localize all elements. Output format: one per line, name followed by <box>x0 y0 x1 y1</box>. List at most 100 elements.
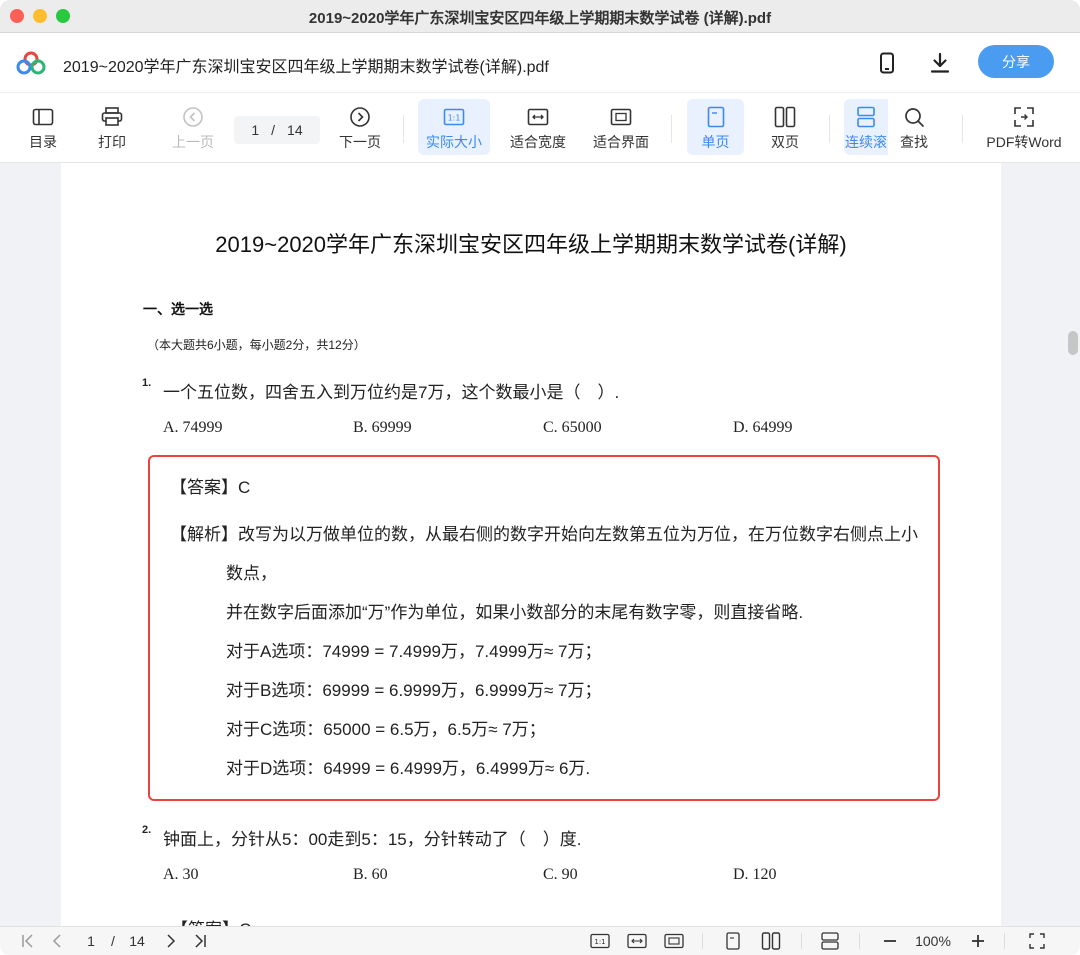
analysis-continuation: 并在数字后面添加“万”作为单位，如果小数部分的末尾有数字零，则直接省略. <box>226 603 804 622</box>
bottom-current-page[interactable]: 1 <box>82 931 100 951</box>
fit-width-small-icon[interactable] <box>626 931 648 951</box>
page-title: 2019~2020学年广东深圳宝安区四年级上学期期末数学试卷(详解) <box>215 232 847 257</box>
double-page-button[interactable]: 双页 <box>757 99 813 155</box>
chevron-left-circle-icon <box>182 105 204 129</box>
answer-line-partial: 【答案】C <box>171 915 251 926</box>
option-a: A. 74999 <box>163 419 223 436</box>
answer-tag: 【答案】 <box>170 478 238 497</box>
toc-button[interactable]: 目录 <box>18 99 68 155</box>
pdf-to-word-label: PDF转Word <box>986 134 1062 150</box>
analysis-tag: 【解析】 <box>170 525 238 544</box>
pdf-page: 2019~2020学年广东深圳宝安区四年级上学期期末数学试卷(详解) 一、选一选… <box>61 163 1001 926</box>
status-divider <box>702 933 703 949</box>
double-page-label: 双页 <box>771 134 799 150</box>
app-window: 2019~2020学年广东深圳宝安区四年级上学期期末数学试卷 (详解).pdf … <box>0 0 1080 955</box>
download-icon[interactable] <box>927 50 953 76</box>
prev-page-button[interactable]: 上一页 <box>167 99 219 155</box>
option-c: C. 65000 <box>543 419 602 436</box>
single-page-button[interactable]: 单页 <box>687 99 744 155</box>
mobile-icon[interactable] <box>874 50 900 76</box>
print-label: 打印 <box>98 134 126 150</box>
section-note: （本大题共6小题，每小题2分，共12分） <box>147 338 366 352</box>
analysis-option-a: 对于A选项：74999 = 7.4999万，7.4999万≈ 7万； <box>226 642 602 661</box>
answer-value: C <box>238 478 251 497</box>
first-page-icon[interactable] <box>18 931 38 951</box>
analysis-option-d: 对于D选项：64999 = 6.4999万，6.4999万≈ 6万. <box>226 759 591 778</box>
answer-line: 【答案】C <box>170 473 250 498</box>
answer-highlight-box <box>148 455 940 801</box>
fit-page-button[interactable]: 适合界面 <box>586 99 656 155</box>
toolbar-divider <box>962 115 963 143</box>
toolbar-divider <box>403 115 404 143</box>
actual-size-icon: 1:1 <box>443 105 465 129</box>
analysis-option-b: 对于B选项：69999 = 6.9999万，6.9999万≈ 7万； <box>226 681 602 700</box>
fullscreen-icon[interactable] <box>1026 931 1048 951</box>
analysis-line: 【解析】改写为以万做单位的数，从最右侧的数字开始向左数第五位为万位，在万位数字右… <box>170 520 918 545</box>
question-text: 一个五位数，四舍五入到万位约是7万，这个数最小是（ ）. <box>163 383 620 402</box>
fit-width-button[interactable]: 适合宽度 <box>503 99 573 155</box>
analysis-continuation: 数点， <box>226 564 277 583</box>
toolbar-divider <box>829 115 830 143</box>
actual-size-small-icon[interactable]: 1:1 <box>589 931 611 951</box>
actual-size-label: 实际大小 <box>426 134 482 150</box>
svg-text:1:1: 1:1 <box>448 114 461 123</box>
prev-page-icon[interactable] <box>47 931 67 951</box>
double-page-small-icon[interactable] <box>760 931 782 951</box>
continuous-scroll-small-icon[interactable] <box>819 931 841 951</box>
print-button[interactable]: 打印 <box>87 99 137 155</box>
fit-page-small-icon[interactable] <box>663 931 685 951</box>
document-viewport[interactable]: 2019~2020学年广东深圳宝安区四年级上学期期末数学试卷(详解) 一、选一选… <box>0 163 1080 926</box>
question-text: 钟面上，分针从5：00走到5：15，分针转动了（ ）度. <box>163 830 582 849</box>
status-bar: 1 / 14 1:1 100% <box>0 926 1080 955</box>
next-page-button[interactable]: 下一页 <box>334 99 386 155</box>
continuous-scroll-button[interactable]: 连续滚 <box>844 99 888 155</box>
option-d: D. 120 <box>733 866 777 883</box>
fit-page-icon <box>610 105 632 129</box>
actual-size-button[interactable]: 1:1 实际大小 <box>418 99 490 155</box>
document-title: 2019~2020学年广东深圳宝安区四年级上学期期末数学试卷(详解).pdf <box>63 59 549 76</box>
prev-page-label: 上一页 <box>172 134 214 150</box>
option-b: B. 69999 <box>353 419 412 436</box>
status-divider <box>801 933 802 949</box>
fit-width-label: 适合宽度 <box>510 134 566 150</box>
app-header: 2019~2020学年广东深圳宝安区四年级上学期期末数学试卷(详解).pdf 分… <box>0 33 1080 93</box>
pdf-to-word-button[interactable]: PDF转Word <box>982 99 1066 155</box>
analysis-option-c: 对于C选项：65000 = 6.5万，6.5万≈ 7万； <box>226 720 546 739</box>
sidebar-icon <box>32 105 54 129</box>
toolbar-divider <box>671 115 672 143</box>
continuous-scroll-label: 连续滚 <box>845 134 887 150</box>
last-page-icon[interactable] <box>189 931 211 951</box>
bottom-total-pages: 14 <box>129 933 145 949</box>
search-icon <box>903 105 925 129</box>
share-button[interactable]: 分享 <box>978 45 1054 78</box>
page-number-input[interactable]: 1 / 14 <box>234 116 320 144</box>
vertical-scrollbar[interactable] <box>1068 331 1078 355</box>
window-title: 2019~2020学年广东深圳宝安区四年级上学期期末数学试卷 (详解).pdf <box>308 10 772 27</box>
analysis-text: 改写为以万做单位的数，从最右侧的数字开始向左数第五位为万位，在万位数字右侧点上小 <box>238 525 918 544</box>
find-button[interactable]: 查找 <box>889 99 939 155</box>
title-bar: 2019~2020学年广东深圳宝安区四年级上学期期末数学试卷 (详解).pdf <box>0 0 1080 33</box>
printer-icon <box>101 105 123 129</box>
single-page-small-icon[interactable] <box>722 931 744 951</box>
status-divider <box>1004 933 1005 949</box>
option-b: B. 60 <box>353 866 388 883</box>
zoom-out-icon[interactable] <box>879 931 901 951</box>
option-a: A. 30 <box>163 866 199 883</box>
continuous-scroll-icon <box>855 105 877 129</box>
question-number: 1. <box>142 377 152 389</box>
fit-width-icon <box>527 105 549 129</box>
zoom-level[interactable]: 100% <box>908 931 958 951</box>
app-logo-icon <box>16 51 46 75</box>
status-divider <box>859 933 860 949</box>
svg-text:1:1: 1:1 <box>594 938 605 946</box>
next-page-icon[interactable] <box>161 931 181 951</box>
total-pages: 14 <box>287 122 303 138</box>
question-number: 2. <box>142 824 152 836</box>
find-label: 查找 <box>900 134 928 150</box>
option-d: D. 64999 <box>733 419 793 436</box>
section-title: 一、选一选 <box>143 301 213 317</box>
double-page-icon <box>774 105 796 129</box>
next-page-label: 下一页 <box>339 134 381 150</box>
option-c: C. 90 <box>543 866 578 883</box>
zoom-in-icon[interactable] <box>967 931 989 951</box>
